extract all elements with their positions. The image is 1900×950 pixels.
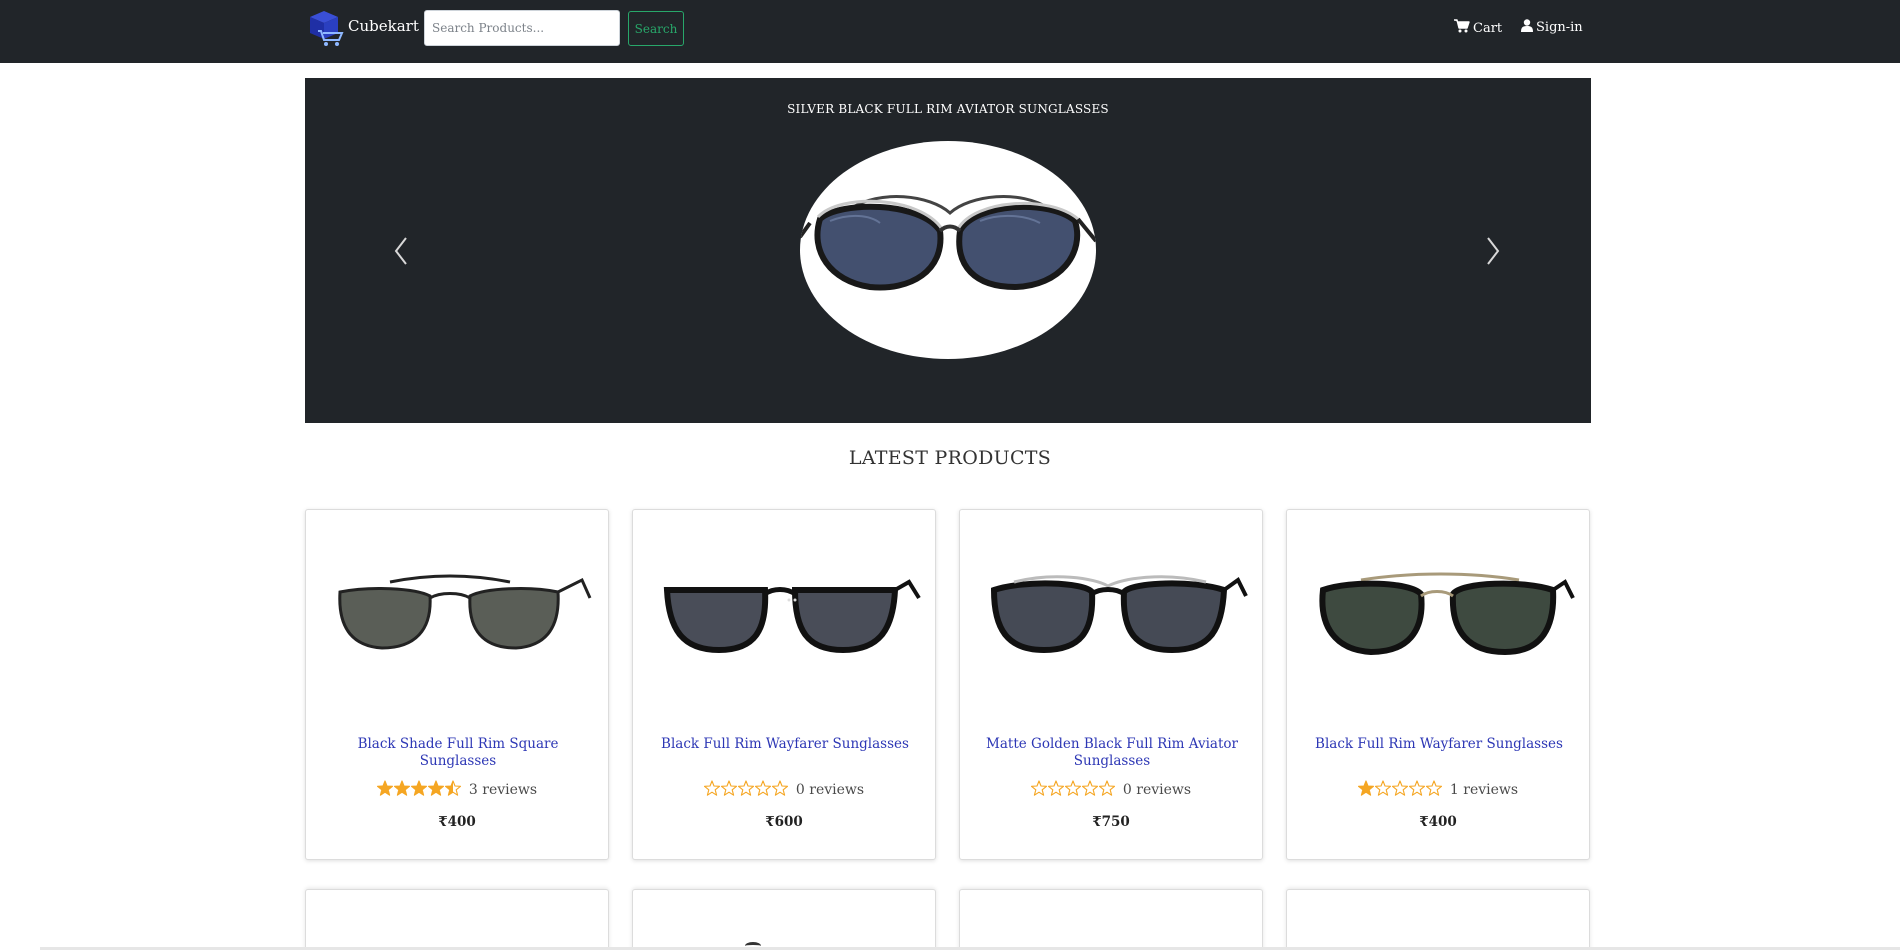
nav-signin-link[interactable]: Sign-in [1521,19,1583,36]
cart-icon [1454,19,1473,37]
product-card: Matte Golden Black Full Rim Aviator Sung… [959,509,1263,860]
star-empty-icon [771,780,789,800]
star-rating [376,780,462,800]
star-empty-icon [720,780,738,800]
user-icon [1521,19,1536,36]
carousel-product-image[interactable] [800,141,1096,359]
search-button[interactable]: Search [628,11,684,46]
product-card [1286,889,1590,950]
product-price: ₹400 [438,814,476,830]
nav-signin-label: Sign-in [1536,20,1583,35]
star-empty-icon [703,780,721,800]
review-count: 3 reviews [468,782,538,798]
brand-link[interactable]: Cubekart [306,9,419,49]
review-count: 1 reviews [1449,782,1519,798]
nav-cart-label: Cart [1473,20,1503,36]
product-image[interactable] [647,560,923,670]
product-price: ₹600 [765,814,803,830]
product-rating: 0 reviews [960,780,1262,800]
product-image[interactable] [320,560,596,670]
star-full-icon [376,780,394,800]
section-title: LATEST PRODUCTS [848,447,1052,469]
product-price: ₹400 [1419,814,1457,830]
product-title[interactable]: Black Shade Full Rim Square Sunglasses [326,736,590,770]
product-title[interactable]: Matte Golden Black Full Rim Aviator Sung… [980,736,1244,770]
product-image[interactable] [1301,560,1577,670]
star-full-icon [393,780,411,800]
product-card: Black Full Rim Wayfarer Sunglasses 1 rev… [1286,509,1590,860]
star-empty-icon [1408,780,1426,800]
product-card [305,889,609,950]
navbar: Cubekart Search Cart Sign-in [0,0,1900,63]
cube-cart-logo-icon [306,9,346,49]
star-rating [1030,780,1116,800]
star-empty-icon [1425,780,1443,800]
star-empty-icon [737,780,755,800]
product-card [959,889,1263,950]
star-empty-icon [1064,780,1082,800]
product-rating: 0 reviews [633,780,935,800]
carousel-caption[interactable]: SILVER BLACK FULL RIM AVIATOR SUNGLASSES [305,102,1591,116]
product-card [632,889,936,950]
star-full-icon [1357,780,1375,800]
star-rating [1357,780,1443,800]
product-title[interactable]: Black Full Rim Wayfarer Sunglasses [1307,736,1571,753]
brand-name: Cubekart [348,17,419,35]
chevron-right-icon [1478,237,1508,272]
star-empty-icon [1391,780,1409,800]
carousel-prev-button[interactable] [386,234,416,268]
product-price: ₹750 [1092,814,1130,830]
star-half-icon [444,780,462,800]
star-empty-icon [1098,780,1116,800]
chevron-left-icon [386,237,416,272]
product-card: Black Full Rim Wayfarer Sunglasses 0 rev… [632,509,936,860]
product-title[interactable]: Black Full Rim Wayfarer Sunglasses [653,736,917,753]
product-image[interactable] [974,560,1250,670]
star-empty-icon [754,780,772,800]
nav-cart-link[interactable]: Cart [1454,19,1502,37]
star-empty-icon [1030,780,1048,800]
star-full-icon [410,780,428,800]
star-full-icon [427,780,445,800]
product-rating: 1 reviews [1287,780,1589,800]
featured-carousel: SILVER BLACK FULL RIM AVIATOR SUNGLASSES [305,78,1591,423]
star-rating [703,780,789,800]
review-count: 0 reviews [795,782,865,798]
carousel-next-button[interactable] [1478,234,1508,268]
product-rating: 3 reviews [306,780,608,800]
star-empty-icon [1374,780,1392,800]
star-empty-icon [1047,780,1065,800]
review-count: 0 reviews [1122,782,1192,798]
search-input[interactable] [424,10,620,46]
product-card: Black Shade Full Rim Square Sunglasses 3… [305,509,609,860]
star-empty-icon [1081,780,1099,800]
